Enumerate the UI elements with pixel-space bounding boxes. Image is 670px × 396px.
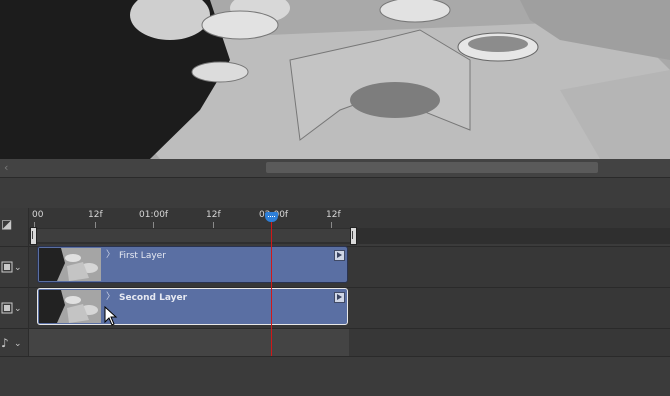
film-icon	[1, 261, 13, 273]
audio-track-menu-chevron-down-icon[interactable]: ⌄	[14, 338, 22, 350]
ruler-label: 12f	[326, 210, 341, 220]
clip-transition-play-icon[interactable]	[334, 292, 345, 303]
ruler-label: 12f	[206, 210, 221, 220]
music-note-icon: ♪	[1, 336, 9, 350]
work-area-end-handle[interactable]	[350, 227, 357, 245]
timeline-corner: ◪	[0, 208, 29, 246]
clip-thumbnail	[39, 290, 101, 323]
scrollbar-thumb[interactable]	[266, 162, 598, 173]
ruler-label: 12f	[88, 210, 103, 220]
video-preview	[0, 0, 670, 159]
track-header-1[interactable]: ⌄	[0, 246, 29, 287]
film-icon	[1, 302, 13, 314]
timeline-ruler[interactable]: 00 12f 01:00f 12f 02:00f 12f	[29, 208, 670, 228]
clip-thumbnail	[39, 248, 101, 281]
mouse-pointer-icon	[104, 306, 118, 326]
timeline-footer	[0, 356, 670, 396]
scroll-left-arrow-icon[interactable]: ‹	[4, 161, 8, 175]
timeline-mode-icon[interactable]: ◪	[1, 218, 12, 230]
expand-chevron-right-icon[interactable]: 〉	[106, 250, 115, 260]
clip-first-layer[interactable]: 〉 First Layer	[37, 246, 348, 283]
playhead-line	[271, 222, 272, 356]
expand-chevron-right-icon[interactable]: 〉	[106, 292, 115, 302]
timeline-toolbar	[0, 177, 670, 209]
ruler-label: 01:00f	[139, 210, 169, 220]
preview-horizontal-scrollbar[interactable]: ‹	[0, 159, 670, 177]
audio-track-header[interactable]: ♪ ⌄	[0, 328, 29, 357]
clip-transition-play-icon[interactable]	[334, 250, 345, 261]
work-area-start-handle[interactable]	[30, 227, 37, 245]
clip-name: First Layer	[119, 251, 166, 261]
track-1-menu-chevron-down-icon[interactable]: ⌄	[14, 262, 22, 274]
audio-track-active-region	[29, 329, 349, 356]
track-2-menu-chevron-down-icon[interactable]: ⌄	[14, 303, 22, 315]
clip-name: Second Layer	[119, 293, 188, 303]
ruler-label: 00	[32, 210, 44, 220]
clip-second-layer[interactable]: 〉 Second Layer	[37, 288, 348, 325]
track-header-2[interactable]: ⌄	[0, 287, 29, 328]
work-area-bar[interactable]	[34, 229, 354, 242]
